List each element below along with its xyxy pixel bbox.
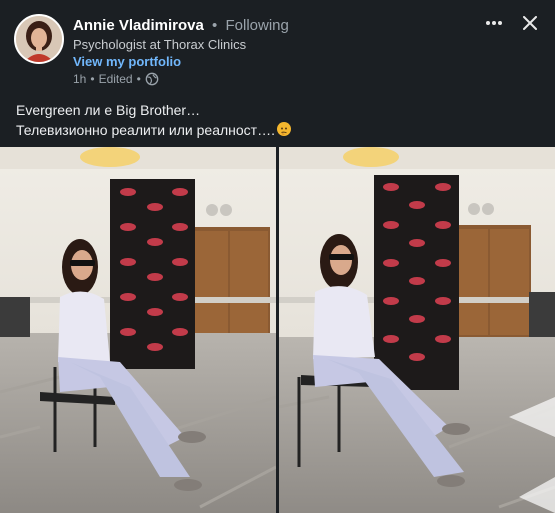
view-portfolio-link[interactable]: View my portfolio <box>73 54 181 69</box>
meta-separator-2: • <box>136 72 141 86</box>
photo-1-image <box>0 147 276 513</box>
post-body: Evergreen ли е Big Brother… Телевизионно… <box>16 100 541 140</box>
post-header: Annie Vladimirova • Following Psychologi… <box>0 0 555 92</box>
close-icon <box>523 16 537 30</box>
photo-gallery <box>0 147 555 513</box>
more-options-button[interactable] <box>480 11 508 35</box>
post-meta: 1h • Edited • <box>73 72 159 86</box>
author-name-row: Annie Vladimirova • Following <box>73 17 289 34</box>
more-horizontal-icon <box>486 21 502 25</box>
post-time: 1h <box>73 72 87 86</box>
author-name[interactable]: Annie Vladimirova <box>73 17 204 34</box>
post-line-2-text: Телевизионно реалити или реалност…. <box>16 122 275 138</box>
post-line-2: Телевизионно реалити или реалност…. <box>16 120 541 140</box>
thinking-face-icon <box>276 122 291 136</box>
globe-icon <box>145 72 159 86</box>
post-line-1: Evergreen ли е Big Brother… <box>16 102 201 118</box>
meta-separator: • <box>90 72 95 86</box>
photo-2-image <box>279 147 555 513</box>
following-status: Following <box>225 17 289 34</box>
author-avatar[interactable] <box>14 14 64 64</box>
photo-2[interactable] <box>279 147 555 513</box>
author-headline: Psychologist at Thorax Clinics <box>73 37 247 52</box>
edited-label: Edited <box>98 72 133 86</box>
close-button[interactable] <box>516 9 544 37</box>
name-separator: • <box>212 17 218 34</box>
photo-1[interactable] <box>0 147 276 513</box>
avatar-image <box>16 16 62 62</box>
